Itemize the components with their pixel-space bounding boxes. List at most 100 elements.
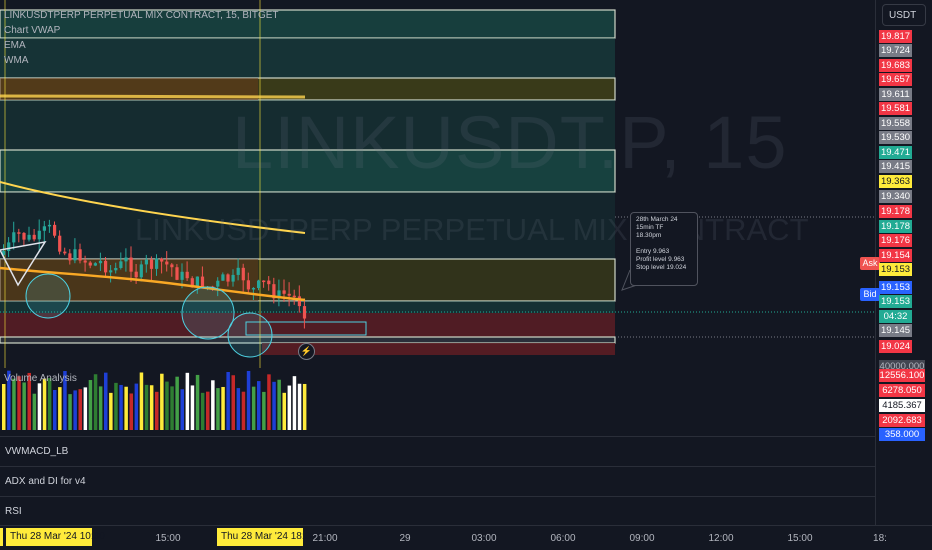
price-label: 19.153 — [879, 263, 912, 276]
price-label: 19.558 — [879, 117, 912, 130]
volume-scale-label: 4185.367 — [879, 399, 925, 412]
main-chart[interactable]: LINKUSDT.P, 15 LINKUSDTPERP PERPETUAL MI… — [0, 0, 875, 435]
time-tick: 09:00 — [629, 533, 655, 544]
indicator-vwap[interactable]: Chart VWAP — [4, 23, 279, 38]
volume-bar — [297, 383, 302, 430]
volume-histogram — [2, 370, 307, 430]
candle-body — [63, 251, 67, 254]
candle-body — [165, 261, 169, 265]
price-label: 19.153 — [879, 295, 912, 308]
ema-line — [0, 94, 306, 99]
candle-body — [73, 249, 77, 261]
candle-body — [175, 267, 179, 280]
indicator-ema[interactable]: EMA — [4, 38, 279, 53]
pane-title: VWMACD_LB — [5, 446, 69, 457]
volume-bar — [149, 385, 154, 430]
price-label: 19.683 — [879, 59, 912, 72]
price-label: 19.176 — [879, 234, 912, 247]
time-axis[interactable]: r Thu 28 Mar '24 10:30 Thu 28 Mar '24 18… — [0, 525, 932, 550]
volume-bar — [124, 386, 128, 430]
volume-bar — [231, 375, 235, 430]
candle-body — [129, 257, 133, 272]
volume-indicator-label[interactable]: Volume Analysis — [4, 373, 77, 384]
price-label: 19.178 — [879, 205, 912, 218]
volume-bar — [98, 386, 103, 430]
volume-bar — [170, 386, 174, 430]
volume-bar — [211, 380, 215, 430]
volume-bar — [267, 374, 271, 430]
candle-body — [53, 224, 57, 236]
volume-bar — [241, 391, 246, 430]
volume-bar — [83, 387, 88, 430]
candle-body — [221, 274, 225, 281]
candle-body — [124, 257, 128, 262]
volume-bar — [292, 376, 297, 430]
candle-body — [216, 280, 220, 287]
volume-bar — [42, 378, 47, 430]
candle-body — [144, 259, 148, 265]
candle-body — [42, 226, 46, 231]
volume-bar — [104, 372, 108, 430]
note-line: Profit level 9.963 — [636, 256, 685, 263]
candle-body — [287, 293, 291, 296]
candle-body — [88, 262, 92, 266]
time-crosshair-label-1: Thu 28 Mar '24 10:30 — [6, 528, 105, 546]
candle-body — [200, 276, 205, 287]
chart-legend: LINKUSDTPERP PERPETUAL MIX CONTRACT, 15,… — [4, 8, 279, 68]
price-label: 19.581 — [879, 102, 912, 115]
zone-fill — [262, 343, 615, 355]
volume-bar — [221, 386, 225, 430]
volume-bar — [114, 382, 118, 430]
price-label: 19.471 — [879, 146, 912, 159]
volume-bar — [47, 378, 52, 430]
watermark-description: LINKUSDTPERP PERPETUAL MIX CONTRACT — [135, 212, 809, 247]
volume-bar — [200, 392, 205, 430]
zone-fill — [0, 313, 615, 337]
volume-bar — [160, 373, 164, 430]
price-label: 19.024 — [879, 340, 912, 353]
time-tick: 15:00 — [787, 533, 813, 544]
volume-bar — [53, 389, 57, 430]
candle-body — [241, 267, 245, 281]
pane-vwmacd[interactable]: VWMACD_LB — [0, 436, 932, 466]
lightning-icon[interactable]: ⚡ — [298, 343, 315, 360]
volume-bar — [73, 390, 77, 430]
volume-bar — [129, 393, 133, 430]
pane-adx[interactable]: ADX and DI for v4 — [0, 466, 932, 496]
trade-note-callout[interactable]: 28th March 24 15min TF 18.30pm Entry 9.9… — [630, 212, 698, 286]
candle-body — [37, 230, 41, 240]
volume-bar — [139, 372, 144, 430]
time-tick: 06:00 — [550, 533, 576, 544]
volume-bar — [144, 384, 149, 430]
candle-body — [68, 253, 72, 261]
volume-bar — [302, 383, 307, 430]
time-crosshair-label-2: Thu 28 Mar '24 18:30 — [217, 528, 316, 546]
note-line: 15min TF — [636, 224, 664, 231]
indicator-wma[interactable]: WMA — [4, 53, 279, 68]
price-label: 19.724 — [879, 44, 912, 57]
pane-rsi[interactable]: RSI — [0, 496, 932, 526]
candle-body — [17, 232, 21, 234]
time-tick: 18: — [873, 533, 887, 544]
symbol-title[interactable]: LINKUSDTPERP PERPETUAL MIX CONTRACT, 15,… — [4, 8, 279, 23]
candle-body — [149, 259, 154, 269]
candle-body — [134, 271, 138, 278]
volume-bar — [185, 372, 190, 430]
note-line: 28th March 24 — [636, 216, 678, 223]
candle-body — [246, 280, 250, 290]
liquidity-circle — [227, 312, 273, 358]
currency-button[interactable]: USDT — [882, 4, 926, 26]
price-label: 19.817 — [879, 30, 912, 43]
volume-bar — [246, 370, 251, 430]
volume-bar — [2, 383, 6, 430]
volume-bar — [58, 387, 62, 430]
time-tick: 21:00 — [312, 533, 338, 544]
volume-bar — [22, 382, 26, 430]
price-label: 19.363 — [879, 175, 912, 188]
candle-body — [170, 264, 174, 268]
candle-body — [47, 224, 52, 227]
volume-bar — [68, 394, 72, 430]
candle-body — [297, 296, 301, 307]
volume-bar — [175, 376, 179, 430]
bid-tag: Bid — [860, 288, 880, 301]
